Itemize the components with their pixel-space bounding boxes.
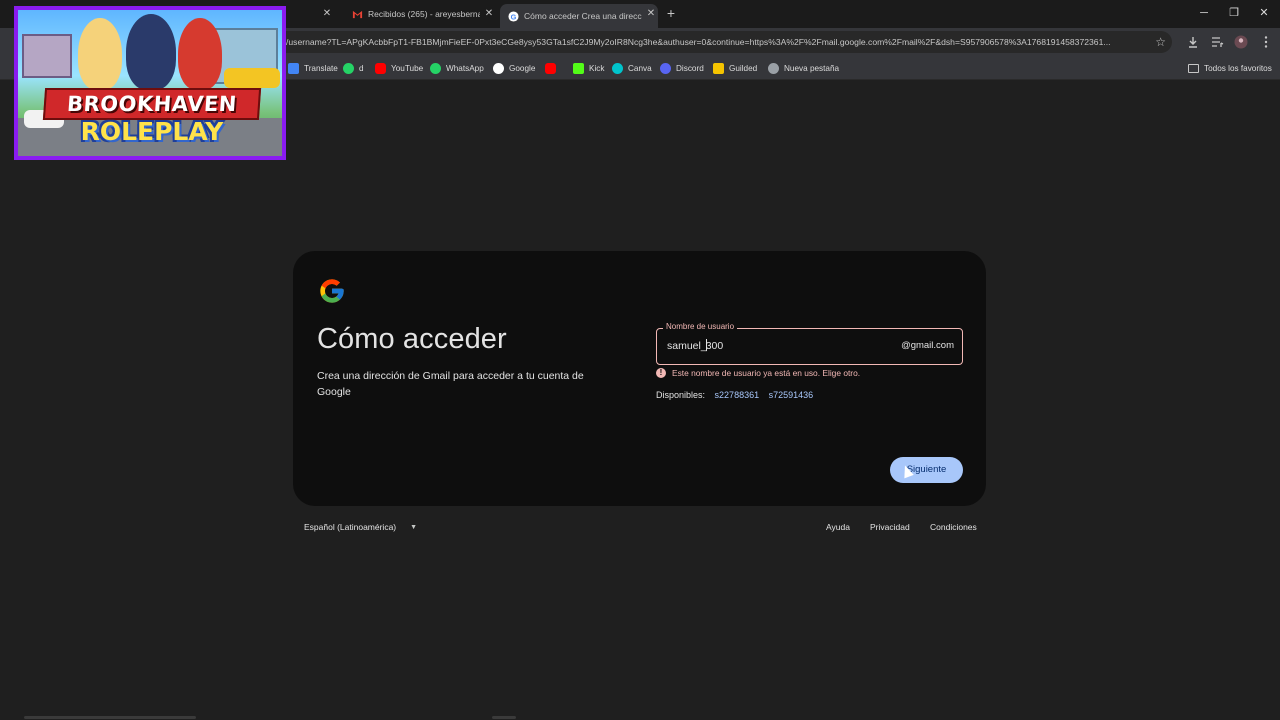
horizontal-scrollbar[interactable] <box>24 716 196 719</box>
suggestion-link[interactable]: s22788361 <box>715 390 760 400</box>
language-selector[interactable]: Español (Latinoamérica) ▼ <box>304 522 417 532</box>
youtube-icon <box>545 62 556 74</box>
discord-icon <box>660 62 671 74</box>
bookmark-label: Google <box>509 63 536 73</box>
page-description: Crea una dirección de Gmail para acceder… <box>317 370 584 398</box>
bookmark-canva[interactable]: Canva <box>612 61 652 75</box>
gmail-domain-suffix: @gmail.com <box>901 340 954 351</box>
bookmark-label: YouTube <box>391 63 424 73</box>
close-tab-icon[interactable]: ✕ <box>320 4 334 24</box>
brookhaven-roleplay-thumbnail: BROOKHAVEN ROLEPLAY <box>14 6 286 160</box>
username-input[interactable]: samuel_300 <box>667 339 723 352</box>
bookmark-translate[interactable]: Translate <box>288 61 338 75</box>
character-police-graphic <box>126 14 176 90</box>
bookmark-star-icon[interactable]: ☆ <box>1155 31 1166 53</box>
character-boy-graphic <box>178 18 222 90</box>
bookmark-discord[interactable]: Discord <box>660 61 704 75</box>
close-tab-icon[interactable]: ✕ <box>482 4 496 24</box>
tab-title: Recibidos (265) - areyesbernan <box>368 9 480 19</box>
tab-gmail[interactable]: Recibidos (265) - areyesbernan ✕ <box>344 4 496 24</box>
bookmark-youtube-2[interactable] <box>545 61 561 75</box>
error-message: Este nombre de usuario ya está en uso. E… <box>672 368 861 378</box>
address-bar[interactable]: /username?TL=APgKAcbbFpT1-FB1BMjmFieEF-0… <box>270 31 1172 53</box>
bookmark-guilded[interactable]: Guilded <box>713 61 757 75</box>
youtube-icon <box>375 62 386 74</box>
whatsapp-icon <box>430 62 441 74</box>
language-label: Español (Latinoamérica) <box>304 522 397 532</box>
bookmark-youtube[interactable]: YouTube <box>375 61 423 75</box>
chevron-down-icon: ▼ <box>410 523 418 531</box>
username-error: ! Este nombre de usuario ya está en uso.… <box>656 368 860 378</box>
bookmark-whatsapp[interactable]: WhatsApp <box>430 61 484 75</box>
thumbnail-title: BROOKHAVEN <box>66 92 238 116</box>
menu-dots-icon[interactable] <box>1258 34 1274 50</box>
page-title: Cómo acceder <box>317 323 507 355</box>
available-usernames: Disponibles: s22788361 s72591436 <box>656 390 813 400</box>
kick-icon <box>573 62 584 74</box>
new-tab-icon[interactable]: + <box>664 5 678 21</box>
whatsapp-icon <box>343 62 354 74</box>
username-field[interactable]: Nombre de usuario samuel_300 @gmail.com <box>656 322 963 365</box>
bookmark-label: Canva <box>628 63 652 73</box>
minimize-icon[interactable]: ─ <box>1189 4 1219 22</box>
bookmark-label: Kick <box>589 63 605 73</box>
gmail-icon <box>352 10 363 18</box>
bookmark-label: Discord <box>676 63 704 73</box>
close-window-icon[interactable]: ✕ <box>1249 4 1279 22</box>
thumbnail-subtitle: ROLEPLAY <box>80 117 224 146</box>
bookmark-label: d <box>359 63 364 73</box>
globe-icon <box>768 62 779 74</box>
taxi-graphic <box>224 68 280 88</box>
google-icon: G <box>508 10 519 22</box>
tab-title: Cómo acceder Crea una direcci <box>524 11 642 21</box>
bookmark-label: Guilded <box>729 63 758 73</box>
help-link[interactable]: Ayuda <box>826 522 850 532</box>
terms-link[interactable]: Condiciones <box>930 522 977 532</box>
bookmark-nueva-pestana[interactable]: Nueva pestaña <box>768 61 839 75</box>
google-icon <box>493 62 504 74</box>
tab-active[interactable]: G Cómo acceder Crea una direcci ✕ <box>500 4 658 28</box>
close-tab-icon[interactable]: ✕ <box>644 4 658 24</box>
username-value-part: 300 <box>705 340 724 352</box>
translate-icon <box>288 62 299 74</box>
download-icon[interactable] <box>1185 34 1201 50</box>
guilded-icon <box>713 62 724 74</box>
all-bookmarks-folder[interactable]: Todos los favoritos <box>1188 61 1272 75</box>
horizontal-scrollbar-thumb[interactable] <box>492 716 516 719</box>
bookmark-google[interactable]: Google <box>493 61 535 75</box>
bookmark-label: Translate <box>304 63 338 73</box>
username-field-label: Nombre de usuario <box>663 322 738 331</box>
suggestion-link[interactable]: s72591436 <box>769 390 814 400</box>
profile-avatar[interactable] <box>1233 34 1249 50</box>
google-logo-icon <box>320 279 344 303</box>
house-graphic <box>22 34 72 78</box>
svg-text:G: G <box>511 12 517 21</box>
url-text[interactable]: /username?TL=APgKAcbbFpT1-FB1BMjmFieEF-0… <box>286 31 1146 53</box>
privacy-link[interactable]: Privacidad <box>870 522 910 532</box>
bookmark-kick[interactable]: Kick <box>573 61 604 75</box>
username-value-part: samuel_ <box>667 340 707 352</box>
canva-icon <box>612 62 623 74</box>
maximize-icon[interactable]: ❐ <box>1219 4 1249 22</box>
available-label: Disponibles: <box>656 390 706 400</box>
bookmark-label: Todos los favoritos <box>1204 63 1272 73</box>
error-icon: ! <box>656 368 666 378</box>
bookmark-label: WhatsApp <box>446 63 484 73</box>
bookmark-d[interactable]: d <box>343 61 364 75</box>
character-girl-graphic <box>78 18 122 90</box>
media-controls-icon[interactable] <box>1209 34 1225 50</box>
signup-card: Cómo acceder Crea una dirección de Gmail… <box>293 251 986 506</box>
bookmark-label: Nueva pestaña <box>784 63 840 73</box>
folder-icon <box>1188 63 1199 73</box>
